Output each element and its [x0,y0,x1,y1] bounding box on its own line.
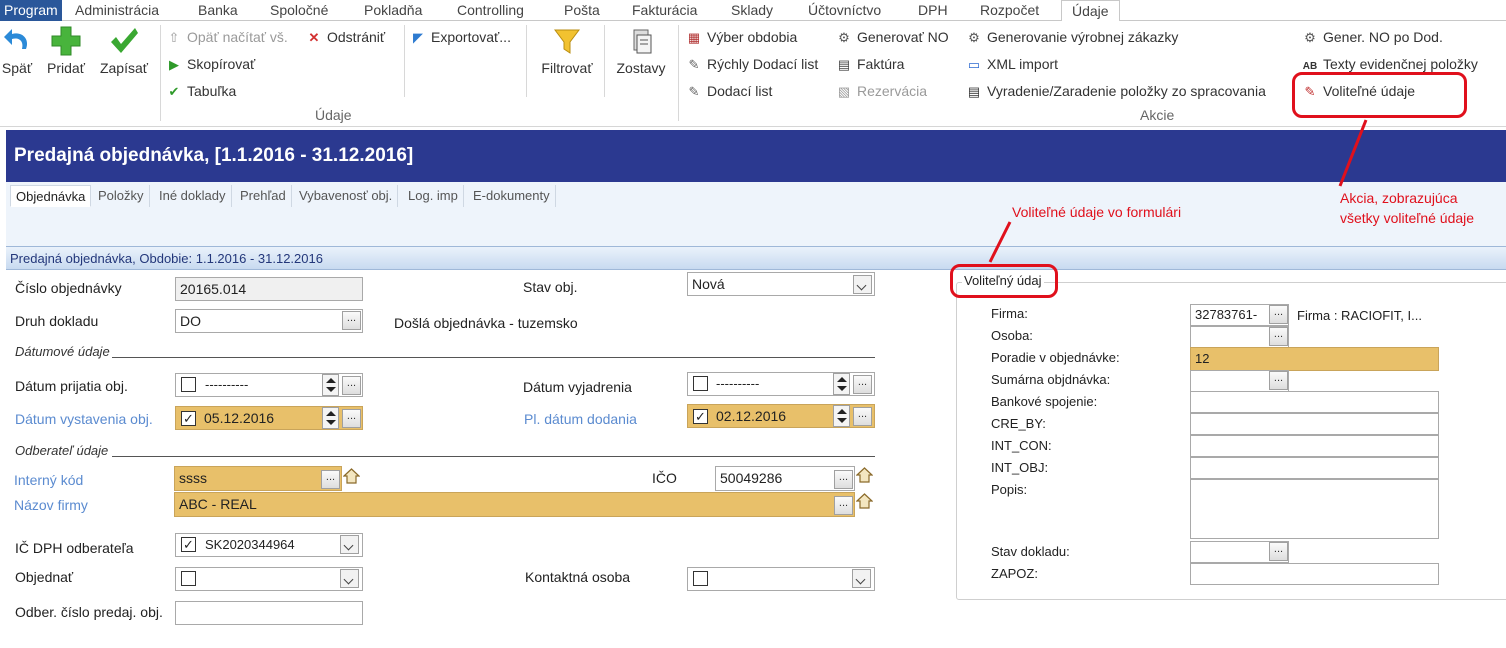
annotation-form-note: Voliteľné údaje vo formulári [1012,204,1182,220]
annotation-action-note-2: všetky voliteľné údaje [1340,210,1475,226]
annotation-arrows [988,119,1368,263]
annotation-line-form [988,221,1012,263]
annotation-line-action [1338,119,1368,187]
annotation-action-note-1: Akcia, zobrazujúca [1340,190,1458,206]
